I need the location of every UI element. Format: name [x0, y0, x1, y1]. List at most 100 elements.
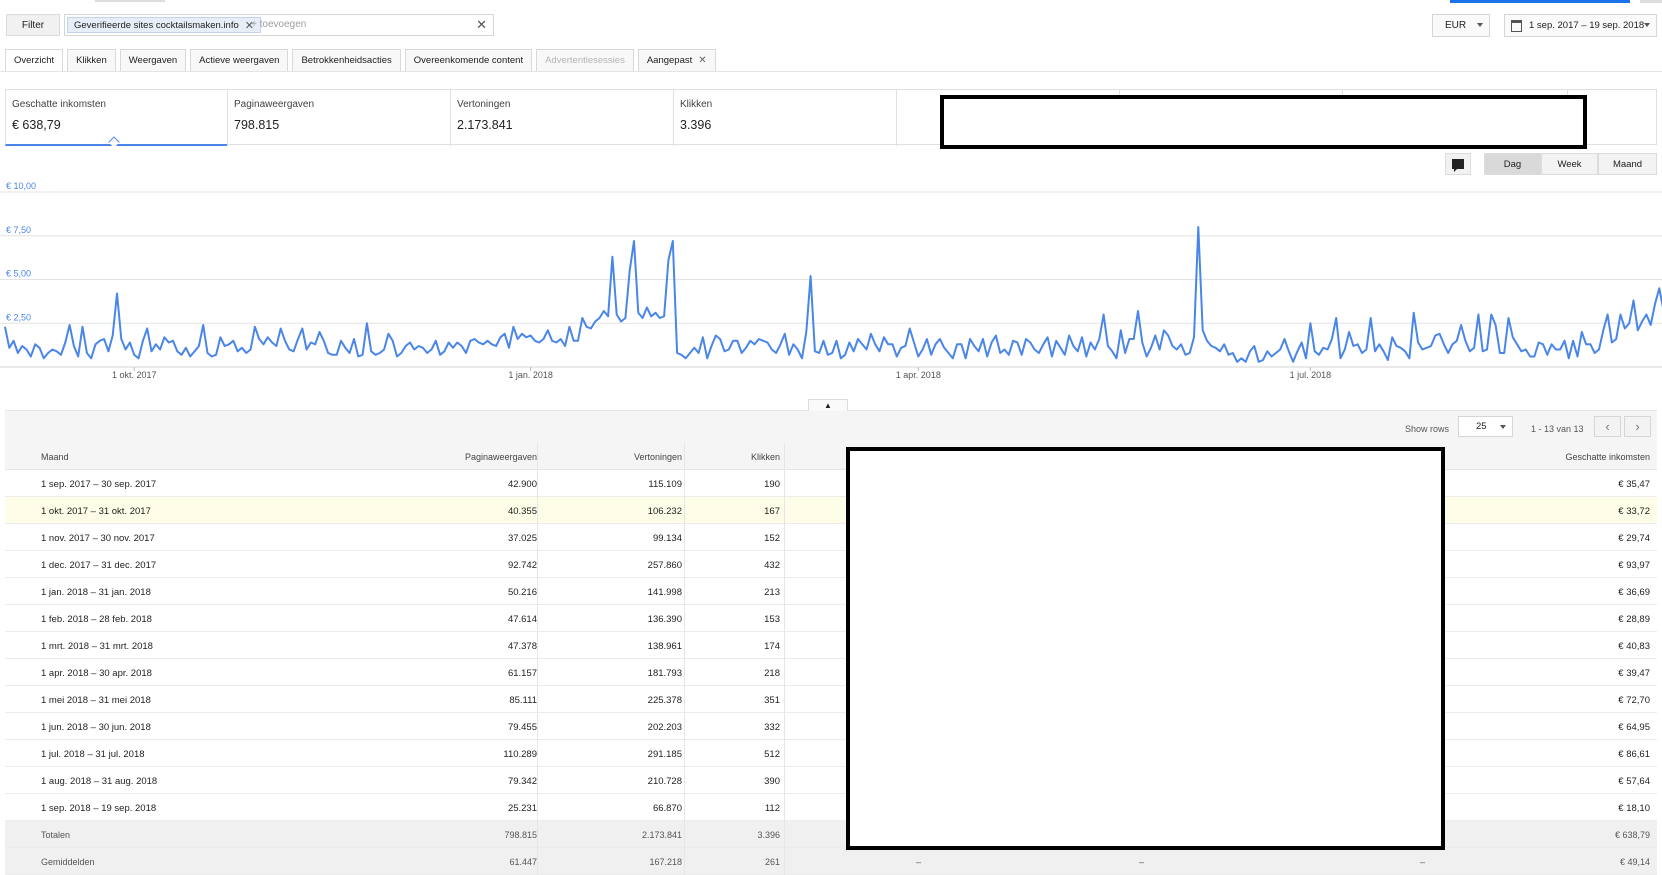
cell-month: 1 okt. 2017 – 31 okt. 2017 [41, 506, 151, 517]
cell-pageviews: 92.742 [507, 560, 537, 571]
date-range-value: 1 sep. 2017 – 19 sep. 2018 [1529, 20, 1645, 31]
x-tick-label: 1 jul. 2018 [1290, 370, 1332, 380]
cell-dash: – [1420, 857, 1426, 867]
filter-bar: Filter Geverifieerde sites cocktailsmake… [0, 0, 1662, 48]
chevron-down-icon [1644, 23, 1650, 27]
cell-impressions: 167.218 [649, 857, 682, 867]
col-header-clicks[interactable]: Klikken [751, 452, 780, 462]
filter-button[interactable]: Filter [6, 14, 60, 36]
metric-card-clicks[interactable]: Klikken 3.396 [673, 90, 896, 146]
cell-clicks: 351 [764, 695, 780, 706]
cell-clicks: 213 [764, 587, 780, 598]
cell-earnings: € 35,47 [1618, 479, 1650, 490]
next-page-button[interactable]: › [1624, 416, 1651, 437]
cell-pageviews: 79.455 [507, 722, 537, 733]
cell-dash: – [1139, 857, 1145, 867]
metric-value: 2.173.841 [457, 118, 513, 132]
cell-clicks: 174 [764, 641, 780, 652]
cell-earnings: € 49,14 [1619, 857, 1650, 867]
cell-impressions: 2.173.841 [641, 830, 682, 840]
close-icon[interactable]: ✕ [698, 55, 706, 66]
col-header-month[interactable]: Maand [41, 452, 69, 462]
page-info: 1 - 13 van 13 [1531, 424, 1584, 434]
cell-month: 1 jul. 2018 – 31 jul. 2018 [41, 749, 145, 760]
granularity-month[interactable]: Maand [1598, 153, 1657, 175]
filter-chip[interactable]: Geverifieerde sites cocktailsmaken.info … [67, 17, 261, 33]
col-header-pageviews[interactable]: Paginaweergaven [465, 452, 537, 462]
cell-earnings: € 57,64 [1618, 776, 1650, 787]
cell-pageviews: 110.289 [503, 749, 537, 760]
add-filter-input[interactable]: + toevoegen [251, 19, 306, 30]
cell-clicks: 153 [764, 614, 780, 625]
x-tick-label: 1 okt. 2017 [112, 370, 157, 380]
cell-impressions: 291.185 [647, 749, 682, 760]
prev-page-button[interactable]: ‹ [1594, 416, 1621, 437]
cell-pageviews: 85.111 [509, 695, 537, 706]
column-divider [784, 443, 785, 875]
cell-impressions: 210.728 [647, 776, 682, 787]
metric-label: Klikken [680, 99, 713, 110]
chevron-right-icon: › [1635, 419, 1640, 434]
cell-impressions: 141.998 [647, 587, 682, 598]
report-tabs: Overzicht Klikken Weergaven Actieve weer… [5, 49, 716, 72]
cell-impressions: 181.793 [647, 668, 682, 679]
tab-advertentiesessies: Advertentiesessies [536, 49, 634, 72]
cell-clicks: 218 [764, 668, 780, 679]
col-header-impressions[interactable]: Vertoningen [634, 452, 682, 462]
tab-klikken[interactable]: Klikken [67, 49, 116, 72]
comment-icon [1452, 159, 1464, 172]
metric-card-earnings[interactable]: Geschatte inkomsten € 638,79 [5, 90, 227, 148]
tab-overzicht[interactable]: Overzicht [5, 49, 64, 72]
cell-pageviews: 47.378 [507, 641, 537, 652]
chevron-down-icon [1477, 23, 1483, 27]
cell-earnings: € 28,89 [1618, 614, 1650, 625]
metric-card-pageviews[interactable]: Paginaweergaven 798.815 [227, 90, 450, 146]
y-tick-label: € 10,00 [6, 181, 36, 191]
date-range-picker[interactable]: 1 sep. 2017 – 19 sep. 2018 [1504, 14, 1657, 37]
currency-value: EUR [1445, 20, 1467, 31]
totals-label: Totalen [41, 830, 71, 840]
cell-pageviews: 79.342 [507, 776, 537, 787]
tab-weergaven[interactable]: Weergaven [119, 49, 187, 72]
series-line[interactable] [4, 226, 1662, 363]
cell-earnings: € 40,83 [1618, 641, 1650, 652]
cell-earnings: € 64,95 [1618, 722, 1650, 733]
selected-indicator [108, 136, 120, 148]
y-tick-label: € 7,50 [6, 225, 31, 235]
show-rows-label: Show rows [1405, 424, 1450, 434]
cell-earnings: € 18,10 [1618, 803, 1650, 814]
tab-actieve-weergaven[interactable]: Actieve weergaven [190, 49, 289, 72]
cell-pageviews: 47.614 [507, 614, 537, 625]
metric-label: Vertoningen [457, 99, 511, 110]
metric-card-impressions[interactable]: Vertoningen 2.173.841 [450, 90, 673, 146]
cell-pageviews: 25.231 [507, 803, 537, 814]
collapse-chart-toggle[interactable]: ▲ [808, 399, 848, 411]
granularity-day[interactable]: Dag [1484, 153, 1541, 175]
rows-per-page-select[interactable]: 25 [1458, 416, 1513, 437]
tab-betrokkenheidsacties[interactable]: Betrokkenheidsacties [292, 49, 401, 72]
filter-input-box[interactable]: Geverifieerde sites cocktailsmaken.info … [64, 14, 494, 36]
cell-month: 1 nov. 2017 – 30 nov. 2017 [41, 533, 155, 544]
currency-select[interactable]: EUR [1432, 14, 1490, 37]
metric-label: Geschatte inkomsten [12, 99, 106, 110]
tab-aangepast[interactable]: Aangepast ✕ [637, 49, 716, 72]
cell-impressions: 138.961 [647, 641, 682, 652]
annotation-button[interactable] [1445, 153, 1471, 175]
col-header-earnings[interactable]: Geschatte inkomsten [1565, 452, 1650, 462]
earnings-line-chart[interactable]: € 10,00 € 7,50 € 5,00 € 2,50 1 okt. 2017 1 ja… [0, 180, 1662, 385]
tab-overeenkomende-content[interactable]: Overeenkomende content [404, 49, 533, 72]
cell-pageviews: 37.025 [507, 533, 537, 544]
clear-filter-icon[interactable]: ✕ [476, 17, 487, 33]
cell-earnings: € 33,72 [1618, 506, 1650, 517]
y-tick-label: € 5,00 [6, 269, 31, 279]
rows-per-page-value: 25 [1476, 421, 1487, 432]
cell-month: 1 dec. 2017 – 31 dec. 2017 [41, 560, 157, 571]
granularity-week[interactable]: Week [1541, 153, 1598, 175]
cell-clicks: 190 [764, 479, 780, 490]
cell-impressions: 202.203 [647, 722, 682, 733]
calendar-icon [1511, 20, 1522, 32]
cell-pageviews: 61.157 [507, 668, 537, 679]
cell-month: 1 aug. 2018 – 31 aug. 2018 [41, 776, 158, 787]
cell-pageviews: 42.900 [507, 479, 537, 490]
cell-earnings: € 86,61 [1618, 749, 1650, 760]
